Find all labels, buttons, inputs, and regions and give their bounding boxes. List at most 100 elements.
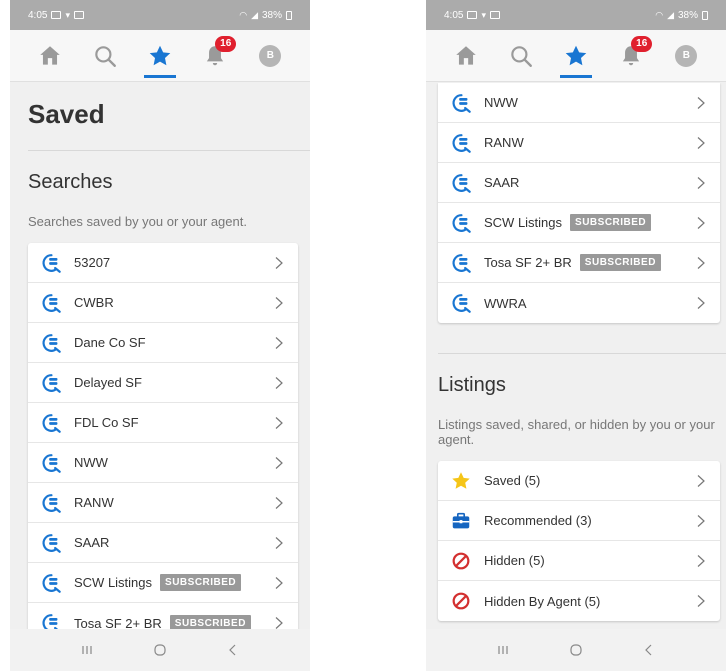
back-icon[interactable] <box>225 642 241 658</box>
saved-content-scrolled: NWW RANW SAAR SCW Listings SUBSCRIBED Tosa SF… <box>426 83 726 629</box>
row-icon-wrapper <box>450 510 476 532</box>
saved-searches-list: NWW RANW SAAR SCW Listings SUBSCRIBED Tosa SF… <box>438 83 720 323</box>
saved-search-row[interactable]: Delayed SF <box>28 363 298 403</box>
nav-home[interactable] <box>444 34 488 78</box>
chevron-right-icon <box>275 336 283 349</box>
chevron-right-icon <box>697 595 705 607</box>
saved-search-row[interactable]: Dane Co SF <box>28 323 298 363</box>
saved-listing-row[interactable]: Saved (5) <box>438 461 720 501</box>
nav-notifications[interactable]: 16 <box>193 34 237 78</box>
saved-search-row[interactable]: Tosa SF 2+ BR SUBSCRIBED <box>438 243 720 283</box>
search-icon <box>95 45 116 67</box>
saved-search-icon <box>452 294 471 313</box>
home-button-icon[interactable] <box>152 642 168 658</box>
saved-listing-row[interactable]: Hidden By Agent (5) <box>438 581 720 621</box>
row-label: Dane Co SF <box>74 335 146 350</box>
battery-percent: 38% <box>261 9 282 21</box>
star-icon <box>149 45 171 65</box>
nav-search[interactable] <box>499 34 543 78</box>
row-label: Recommended (3) <box>484 513 592 528</box>
saved-search-row[interactable]: NWW <box>28 443 298 483</box>
row-label: Tosa SF 2+ BR <box>74 615 162 630</box>
notification-badge: 16 <box>215 35 237 52</box>
saved-search-icon <box>42 573 61 593</box>
row-label: WWRA <box>484 295 527 311</box>
location-notification-icon: ▾ <box>481 9 486 20</box>
row-icon-wrapper <box>40 372 66 394</box>
row-label: Tosa SF 2+ BR <box>484 255 572 270</box>
saved-search-icon <box>452 133 471 153</box>
nav-saved[interactable] <box>554 34 598 78</box>
back-icon[interactable] <box>641 642 657 658</box>
row-label: Saved (5) <box>484 473 541 488</box>
nav-home[interactable] <box>28 34 72 78</box>
saved-search-row[interactable]: FDL Co SF <box>28 403 298 443</box>
saved-search-icon <box>452 213 471 233</box>
row-icon-wrapper <box>450 252 476 274</box>
chevron-right-icon <box>275 256 283 269</box>
saved-search-row[interactable]: 53207 <box>28 243 298 283</box>
row-label: SCW Listings <box>74 575 153 590</box>
listings-section-title: Listings <box>438 374 506 396</box>
saved-search-row[interactable]: SCW Listings SUBSCRIBED <box>28 563 298 603</box>
subscribed-badge: SUBSCRIBED <box>169 614 251 629</box>
saved-listings-list: Saved (5) Recommended (3) Hidden (5) Hidden… <box>438 461 720 621</box>
row-label: CWBR <box>74 295 114 310</box>
saved-search-row[interactable]: RANW <box>438 123 720 163</box>
row-icon-wrapper <box>450 590 476 612</box>
nav-profile[interactable]: B <box>664 34 708 78</box>
saved-search-row[interactable]: SCW Listings SUBSCRIBED <box>438 203 720 243</box>
recent-apps-icon[interactable] <box>495 642 511 658</box>
saved-search-row[interactable]: SAAR <box>28 523 298 563</box>
nav-profile[interactable]: B <box>248 34 292 78</box>
avatar: B <box>259 44 282 67</box>
row-label: SCW Listings <box>484 215 563 230</box>
saved-search-row[interactable]: RANW <box>28 483 298 523</box>
saved-search-row[interactable]: NWW <box>438 83 720 123</box>
system-nav-bar <box>426 629 726 671</box>
nav-saved[interactable] <box>138 34 182 78</box>
saved-listing-row[interactable]: Hidden (5) <box>438 541 720 581</box>
chevron-right-icon <box>697 136 705 149</box>
row-icon-wrapper <box>450 470 476 492</box>
searches-section-description: Searches saved by you or your agent. <box>28 214 247 229</box>
recent-apps-icon[interactable] <box>79 642 95 658</box>
row-icon-wrapper <box>450 92 476 114</box>
signal-icon: ◢ <box>251 9 258 20</box>
row-icon-wrapper <box>40 572 66 594</box>
row-label: RANW <box>74 495 114 510</box>
row-label: Hidden (5) <box>484 553 545 568</box>
chevron-right-icon <box>275 296 283 309</box>
status-bar: 4:05 ▾ ◠ ◢ 38% <box>10 0 310 30</box>
saved-search-row[interactable]: CWBR <box>28 283 298 323</box>
saved-listing-row[interactable]: Recommended (3) <box>438 501 720 541</box>
row-label: Delayed SF <box>74 375 142 390</box>
row-label: NWW <box>484 95 518 110</box>
saved-search-row[interactable]: SAAR <box>438 163 720 203</box>
message-notification-icon <box>74 11 84 19</box>
prohibited-icon <box>452 552 470 569</box>
saved-search-row[interactable]: WWRA <box>438 283 720 323</box>
signal-icon: ◢ <box>667 9 674 20</box>
saved-search-icon <box>42 333 61 353</box>
saved-search-row[interactable]: Tosa SF 2+ BR SUBSCRIBED <box>28 603 298 629</box>
row-icon-wrapper <box>450 292 476 314</box>
subscribed-badge: SUBSCRIBED <box>579 254 661 271</box>
saved-search-icon <box>452 253 471 273</box>
row-icon-wrapper <box>450 132 476 154</box>
nav-notifications[interactable]: 16 <box>609 34 653 78</box>
chevron-right-icon <box>697 554 705 567</box>
row-label: SAAR <box>484 175 520 190</box>
chevron-right-icon <box>697 514 705 527</box>
chevron-right-icon <box>697 256 705 269</box>
star-icon <box>565 45 587 65</box>
home-button-icon[interactable] <box>568 642 584 658</box>
saved-search-icon <box>42 253 61 273</box>
row-icon-wrapper <box>40 452 66 474</box>
nav-search[interactable] <box>83 34 127 78</box>
chevron-right-icon <box>275 456 283 469</box>
prohibited-icon <box>452 592 470 610</box>
row-icon-wrapper <box>40 492 66 514</box>
star-icon <box>452 471 470 489</box>
saved-searches-list: 53207 CWBR Dane Co SF Delayed SF FDL Co SF NW… <box>28 243 298 629</box>
